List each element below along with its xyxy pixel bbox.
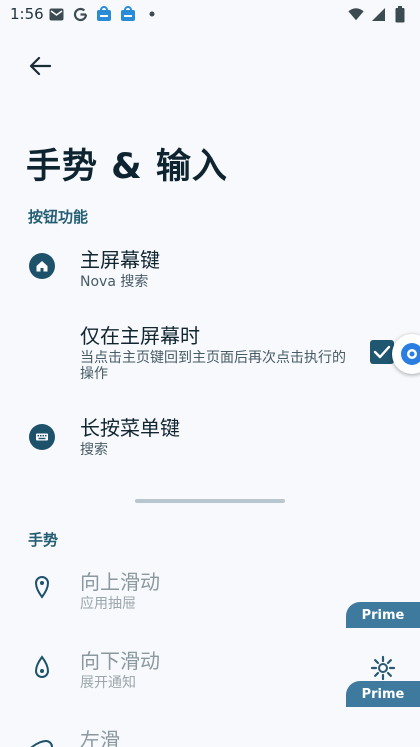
keyboard-icon xyxy=(29,424,55,450)
signal-icon xyxy=(370,6,386,22)
setting-subtitle: Nova 搜索 xyxy=(80,274,149,290)
swipe-left-icon xyxy=(29,734,55,747)
setting-row-only-on-home[interactable]: 仅在主屏幕时 当点击主页键回到主页面后再次点击执行的操作 xyxy=(0,316,420,388)
gear-icon[interactable] xyxy=(370,655,396,681)
setting-subtitle: 搜索 xyxy=(80,442,108,458)
home-icon xyxy=(29,253,55,279)
arrow-left-icon xyxy=(29,56,51,76)
dot-icon xyxy=(144,6,160,22)
section-header-buttons: 按钮功能 xyxy=(28,208,89,226)
section-header-gestures: 手势 xyxy=(28,531,59,549)
back-button[interactable] xyxy=(24,50,56,82)
setting-title: 向下滑动 xyxy=(80,649,160,673)
swipe-down-icon xyxy=(29,654,55,680)
prime-badge[interactable]: Prime xyxy=(346,681,420,707)
check-icon xyxy=(373,345,391,359)
chat-bubble-icon xyxy=(401,343,420,365)
setting-title: 向上滑动 xyxy=(80,570,160,594)
setting-row-swipe-left[interactable]: 左滑 xyxy=(0,720,420,747)
notification-icon xyxy=(96,6,112,22)
gmail-icon xyxy=(48,6,64,22)
prime-badge[interactable]: Prime xyxy=(346,602,420,628)
only-on-home-checkbox[interactable] xyxy=(370,340,394,364)
swipe-up-icon xyxy=(29,574,55,600)
status-system-icons xyxy=(348,5,408,22)
google-icon xyxy=(72,6,88,22)
setting-subtitle: 当点击主页键回到主页面后再次点击执行的操作 xyxy=(80,350,346,382)
battery-icon xyxy=(392,5,408,22)
status-notification-icons xyxy=(48,6,160,22)
status-bar: 1:56 xyxy=(0,0,420,30)
status-time: 1:56 xyxy=(10,5,44,23)
setting-row-home-key[interactable]: 主屏幕键 Nova 搜索 xyxy=(0,240,420,298)
setting-subtitle: 应用抽屉 xyxy=(80,596,136,612)
wifi-icon xyxy=(348,6,364,22)
setting-title: 左滑 xyxy=(80,728,120,747)
notification-icon xyxy=(120,6,136,22)
setting-title: 主屏幕键 xyxy=(80,248,160,272)
page-title: 手势 & 输入 xyxy=(26,147,228,187)
setting-title: 长按菜单键 xyxy=(80,416,180,440)
setting-subtitle: 展开通知 xyxy=(80,675,136,691)
setting-row-long-press-menu[interactable]: 长按菜单键 搜索 xyxy=(0,408,420,466)
setting-title: 仅在主屏幕时 xyxy=(80,324,200,348)
section-divider xyxy=(135,499,285,503)
